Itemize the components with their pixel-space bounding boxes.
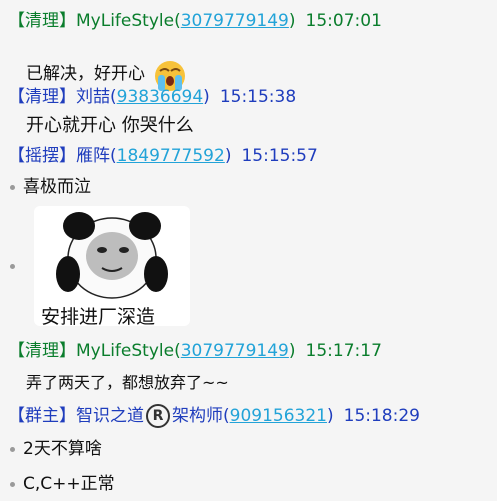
bullet-dot-icon: [10, 481, 15, 487]
message-text: 2天不算啥: [10, 438, 102, 460]
timestamp: 15:15:38: [219, 87, 297, 107]
qq-link[interactable]: 909156321: [230, 406, 327, 426]
registered-mark-icon: R: [146, 404, 170, 428]
role-tag: 【清理】: [8, 11, 76, 31]
sticker-caption: 安排进厂深造: [41, 306, 156, 326]
sender-name[interactable]: MyLifeStyle: [76, 11, 174, 31]
timestamp: 15:17:17: [305, 341, 382, 361]
role-tag: 【清理】: [8, 87, 76, 107]
message-header: 【摇摆】雁阵(1849777592) 15:15:57: [8, 146, 318, 166]
qq-link[interactable]: 3079779149: [181, 11, 289, 31]
message-header: 【群主】智识之道 R 架构师(909156321) 15:18:29: [8, 404, 420, 428]
qq-link[interactable]: 93836694: [117, 87, 204, 107]
message-text: 开心就开心 你哭什么: [26, 115, 194, 136]
sender-name[interactable]: 雁阵: [76, 146, 110, 166]
qq-link[interactable]: 3079779149: [181, 341, 289, 361]
sender-name[interactable]: 刘喆: [76, 87, 110, 107]
role-tag: 【摇摆】: [8, 146, 76, 166]
sender-name[interactable]: 智识之道: [76, 406, 144, 426]
timestamp: 15:18:29: [343, 406, 420, 426]
bullet-dot-icon: [10, 446, 15, 452]
sticker-image[interactable]: 安排进厂深造: [34, 206, 190, 326]
message-text: C,C++正常: [10, 473, 115, 495]
sender-name-suffix[interactable]: 架构师: [172, 406, 223, 426]
timestamp: 15:15:57: [241, 146, 318, 166]
timestamp: 15:07:01: [305, 11, 382, 31]
role-tag: 【清理】: [8, 341, 76, 361]
message-header: 【清理】刘喆(93836694) 15:15:38: [8, 87, 297, 107]
sender-name[interactable]: MyLifeStyle: [76, 341, 174, 361]
chat-log: 【清理】MyLifeStyle(3079779149) 15:07:01 已解决，…: [0, 0, 497, 501]
bullet-dot-icon: [10, 264, 15, 269]
role-tag: 【群主】: [8, 406, 76, 426]
panda-meme-icon: [56, 212, 168, 299]
bullet-dot-icon: [10, 184, 15, 190]
message-header: 【清理】MyLifeStyle(3079779149) 15:17:17: [8, 341, 382, 361]
message-text: 弄了两天了，都想放弃了~~: [26, 373, 229, 392]
qq-link[interactable]: 1849777592: [117, 146, 225, 166]
message-text: 喜极而泣: [10, 176, 91, 198]
message-header: 【清理】MyLifeStyle(3079779149) 15:07:01: [8, 11, 382, 31]
